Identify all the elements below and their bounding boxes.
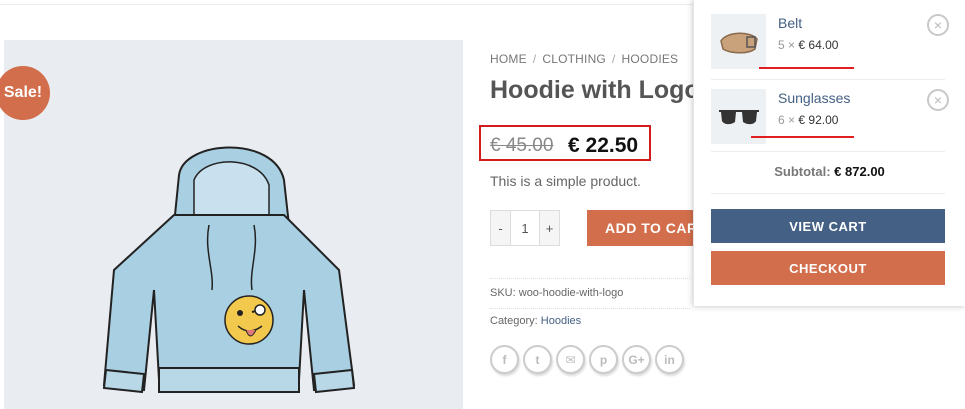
remove-item-icon[interactable]: ×: [927, 14, 949, 36]
category-label: Category:: [490, 315, 538, 327]
subtotal-divider: [711, 193, 945, 194]
mini-cart-dropdown: Belt 5 × € 64.00 × Sunglasses 6 × € 92.0…: [693, 0, 965, 306]
add-to-cart-button[interactable]: ADD TO CART: [587, 210, 702, 246]
product-category: Category: Hoodies: [490, 315, 581, 327]
twitter-icon[interactable]: t: [523, 345, 552, 374]
facebook-icon[interactable]: f: [490, 345, 519, 374]
sku-value: woo-hoodie-with-logo: [518, 287, 624, 299]
linkedin-icon[interactable]: in: [655, 345, 684, 374]
cart-item-price: € 92.00: [798, 113, 839, 127]
quantity-increase-button[interactable]: +: [540, 211, 559, 245]
cart-item: Sunglasses 6 × € 92.00 ×: [711, 89, 949, 155]
breadcrumb-separator: /: [532, 52, 537, 66]
product-short-description: This is a simple product.: [490, 173, 641, 189]
regular-price: € 45.00: [490, 135, 554, 156]
email-icon[interactable]: ✉: [556, 345, 585, 374]
times-sign: ×: [788, 113, 796, 127]
pinterest-icon[interactable]: p: [589, 345, 618, 374]
subtotal-value: € 872.00: [834, 164, 885, 179]
view-cart-button[interactable]: VIEW CART: [711, 209, 945, 243]
annotation-underline: [759, 67, 854, 69]
sku-label: SKU:: [490, 287, 516, 299]
cart-item-thumbnail[interactable]: [711, 14, 766, 69]
cart-item-quantity-price: 5 × € 64.00: [778, 38, 838, 52]
breadcrumb-separator: /: [611, 52, 616, 66]
hoodie-illustration: [102, 146, 356, 394]
cart-item: Belt 5 × € 64.00 ×: [711, 14, 949, 80]
checkout-button[interactable]: CHECKOUT: [711, 251, 945, 285]
header-divider: [0, 4, 700, 5]
product-sku: SKU: woo-hoodie-with-logo: [490, 287, 623, 299]
meta-divider: [490, 278, 690, 279]
google-plus-icon[interactable]: G+: [622, 345, 651, 374]
cart-item-divider: [711, 79, 945, 80]
quantity-input[interactable]: 1: [510, 211, 540, 245]
meta-divider: [490, 308, 690, 309]
cart-item-price: € 64.00: [798, 38, 839, 52]
breadcrumb-clothing[interactable]: CLOTHING: [542, 52, 606, 66]
cart-item-quantity: 6: [778, 113, 785, 127]
remove-item-icon[interactable]: ×: [927, 89, 949, 111]
product-image[interactable]: [4, 40, 463, 409]
breadcrumb-home[interactable]: HOME: [490, 52, 527, 66]
breadcrumb: HOME / CLOTHING / HOODIES: [490, 52, 678, 66]
annotation-underline: [751, 136, 854, 138]
cart-item-name[interactable]: Sunglasses: [778, 90, 850, 106]
sunglasses-icon: [718, 109, 759, 124]
subtotal-label: Subtotal:: [774, 164, 831, 179]
belt-icon: [719, 32, 758, 53]
cart-subtotal: Subtotal: € 872.00: [694, 164, 965, 179]
cart-item-divider: [711, 151, 945, 152]
category-link[interactable]: Hoodies: [541, 315, 581, 327]
times-sign: ×: [788, 38, 796, 52]
cart-item-quantity: 5: [778, 38, 785, 52]
share-icons: f t ✉ p G+ in: [490, 345, 684, 374]
cart-item-name[interactable]: Belt: [778, 15, 802, 31]
quantity-decrease-button[interactable]: -: [491, 211, 510, 245]
quantity-stepper: - 1 +: [490, 210, 560, 246]
sale-price: € 22.50: [568, 134, 639, 157]
product-title: Hoodie with Logo: [490, 76, 700, 104]
cart-item-quantity-price: 6 × € 92.00: [778, 113, 838, 127]
breadcrumb-hoodies[interactable]: HOODIES: [622, 52, 679, 66]
